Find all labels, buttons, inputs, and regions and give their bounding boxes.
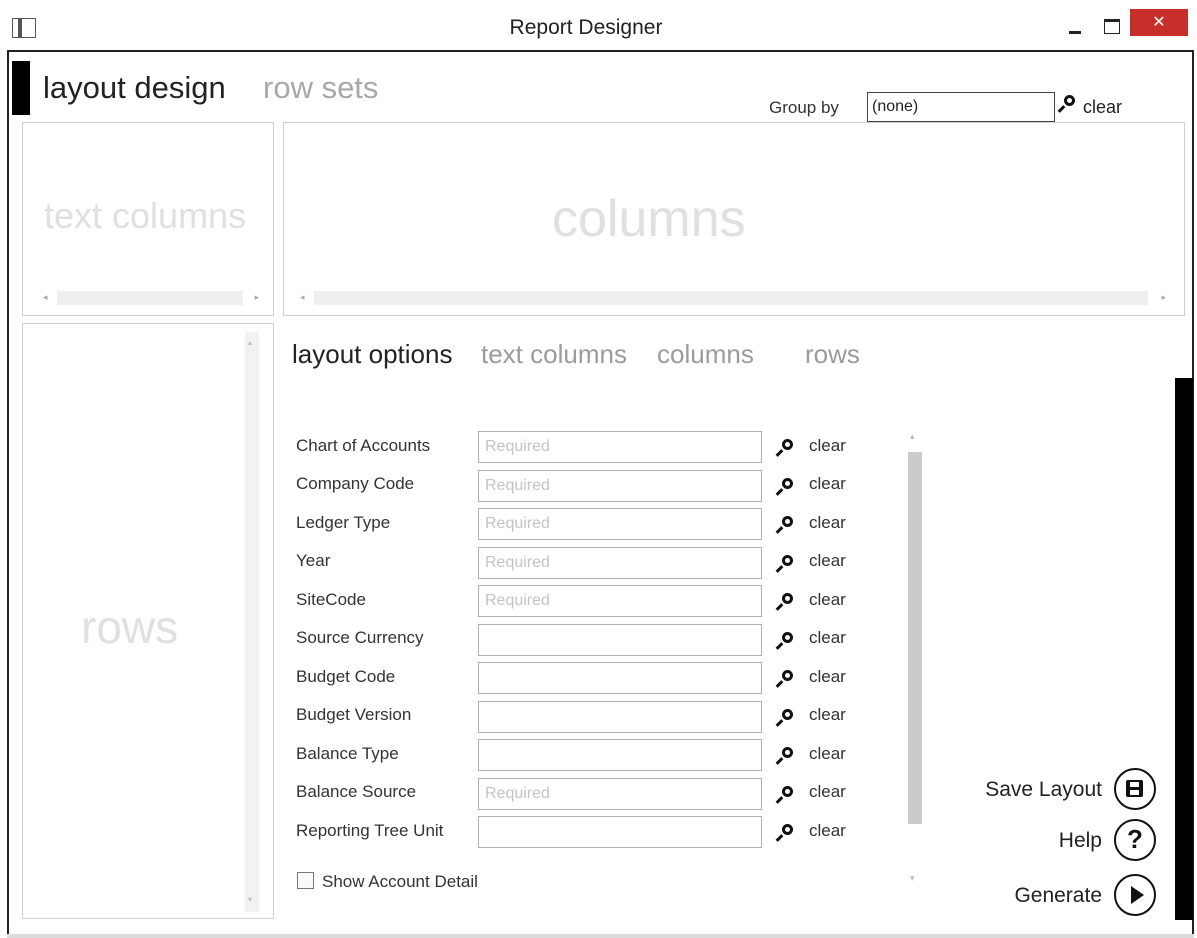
tab-layout-design[interactable]: layout design [43, 70, 226, 106]
scroll-down-icon[interactable]: ▾ [248, 895, 252, 904]
tab-row-sets[interactable]: row sets [263, 70, 378, 106]
save-disk-icon[interactable] [1114, 768, 1156, 810]
options-scrollbar-thumb[interactable] [908, 452, 922, 824]
search-icon[interactable] [777, 785, 797, 805]
sitecode-input[interactable] [478, 585, 762, 617]
save-layout-label[interactable]: Save Layout [942, 778, 1102, 802]
group-by-label: Group by [769, 98, 839, 117]
reporting-tree-unit-input[interactable] [478, 816, 762, 848]
field-label-balance-source: Balance Source [296, 782, 417, 801]
tab-text-columns[interactable]: text columns [481, 339, 627, 370]
text-columns-placeholder: text columns [44, 195, 247, 236]
rows-placeholder: rows [81, 601, 179, 653]
source-currency-input[interactable] [478, 624, 762, 656]
field-label-sitecode: SiteCode [296, 590, 366, 609]
scroll-up-icon[interactable]: ▴ [910, 431, 915, 442]
year-input[interactable] [478, 547, 762, 579]
rows-scrollbar[interactable]: ▴ ▾ [245, 332, 259, 912]
scroll-down-icon[interactable]: ▾ [910, 873, 915, 884]
search-icon[interactable] [1059, 94, 1079, 114]
text-columns-panel[interactable]: text columns ◂ ▸ [22, 122, 274, 316]
right-edge-bar [1175, 378, 1193, 920]
budget-version-clear-link[interactable]: clear [809, 705, 846, 725]
scroll-right-icon[interactable]: ▸ [1161, 292, 1166, 303]
budget-version-input[interactable] [478, 701, 762, 733]
scroll-up-icon[interactable]: ▴ [248, 338, 252, 347]
columns-scrollbar[interactable]: ◂ ▸ [300, 291, 1166, 305]
year-clear-link[interactable]: clear [809, 551, 846, 571]
sitecode-clear-link[interactable]: clear [809, 590, 846, 610]
balance-type-clear-link[interactable]: clear [809, 744, 846, 764]
field-label-balance-type: Balance Type [296, 744, 399, 763]
balance-source-clear-link[interactable]: clear [809, 782, 846, 802]
selected-tab-indicator [12, 61, 30, 115]
ledger-type-clear-link[interactable]: clear [809, 513, 846, 533]
search-icon[interactable] [777, 515, 797, 535]
columns-panel[interactable]: columns ◂ ▸ [283, 122, 1185, 316]
rows-panel[interactable]: rows ▴ ▾ [22, 323, 274, 919]
search-icon[interactable] [777, 669, 797, 689]
company-code-input[interactable] [478, 470, 762, 502]
source-currency-clear-link[interactable]: clear [809, 628, 846, 648]
title-bar: Report Designer ✕ [0, 0, 1197, 50]
window-title: Report Designer [509, 16, 663, 39]
play-circle-icon[interactable] [1114, 874, 1156, 916]
help-label[interactable]: Help [942, 829, 1102, 853]
text-columns-scrollbar[interactable]: ◂ ▸ [43, 291, 259, 305]
close-button[interactable]: ✕ [1130, 9, 1188, 36]
field-label-budget-version: Budget Version [296, 705, 412, 724]
tab-rows[interactable]: rows [805, 339, 860, 370]
scroll-left-icon[interactable]: ◂ [300, 292, 305, 303]
search-icon[interactable] [777, 554, 797, 574]
field-label-chart-of-accounts: Chart of Accounts [296, 436, 431, 455]
chart-of-accounts-clear-link[interactable]: clear [809, 436, 846, 456]
search-icon[interactable] [777, 746, 797, 766]
group-by-input[interactable] [867, 92, 1055, 122]
search-icon[interactable] [777, 592, 797, 612]
search-icon[interactable] [777, 477, 797, 497]
field-label-reporting-tree-unit: Reporting Tree Unit [296, 821, 444, 840]
tab-columns[interactable]: columns [657, 339, 754, 370]
field-label-budget-code: Budget Code [296, 667, 396, 686]
scroll-left-icon[interactable]: ◂ [43, 292, 48, 303]
generate-label[interactable]: Generate [942, 884, 1102, 908]
chart-of-accounts-input[interactable] [478, 431, 762, 463]
search-icon[interactable] [777, 708, 797, 728]
search-icon[interactable] [777, 823, 797, 843]
field-label-company-code: Company Code [296, 474, 415, 493]
balance-source-input[interactable] [478, 778, 762, 810]
budget-code-input[interactable] [478, 662, 762, 694]
maximize-button[interactable] [1096, 10, 1132, 44]
field-label-source-currency: Source Currency [296, 628, 424, 647]
group-by-clear-link[interactable]: clear [1083, 97, 1122, 118]
budget-code-clear-link[interactable]: clear [809, 667, 846, 687]
show-account-detail-label[interactable]: Show Account Detail [322, 872, 478, 892]
company-code-clear-link[interactable]: clear [809, 474, 846, 494]
reporting-tree-unit-clear-link[interactable]: clear [809, 821, 846, 841]
tab-layout-options[interactable]: layout options [292, 339, 452, 370]
search-icon[interactable] [777, 438, 797, 458]
balance-type-input[interactable] [478, 739, 762, 771]
field-label-year: Year [296, 551, 331, 570]
help-circle-icon[interactable]: ? [1114, 819, 1156, 861]
field-label-ledger-type: Ledger Type [296, 513, 391, 532]
minimize-button[interactable] [1058, 10, 1096, 44]
show-account-detail-checkbox[interactable] [297, 872, 314, 889]
columns-placeholder: columns [552, 190, 746, 248]
window-bottom-edge [7, 934, 1194, 938]
search-icon[interactable] [777, 631, 797, 651]
scroll-right-icon[interactable]: ▸ [254, 292, 259, 303]
ledger-type-input[interactable] [478, 508, 762, 540]
